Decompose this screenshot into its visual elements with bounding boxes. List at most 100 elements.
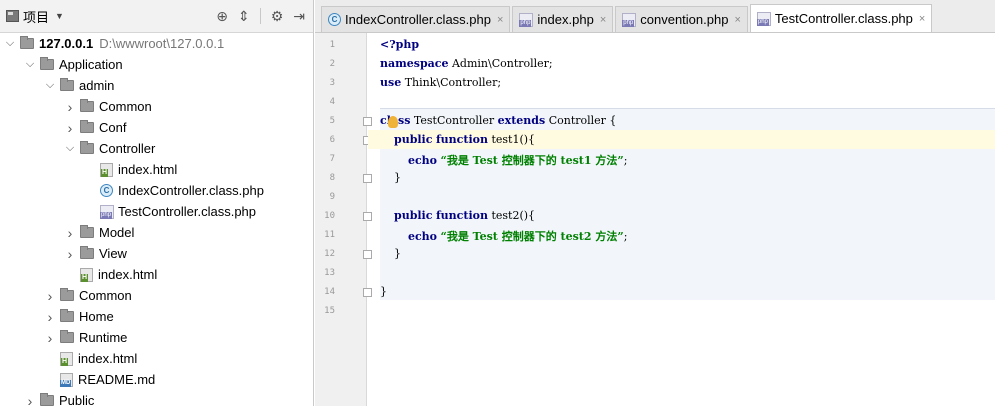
tree-item-controller[interactable]: ⌵ Controller xyxy=(0,138,313,159)
code-area[interactable]: <?php namespace Admin\Controller; use Thin… xyxy=(368,33,995,406)
folder-icon xyxy=(60,330,74,343)
folder-icon xyxy=(80,225,94,238)
code-line: public function test1(){ xyxy=(394,133,536,146)
tab-convention-php[interactable]: convention.php × xyxy=(615,6,748,32)
html-file-icon xyxy=(100,162,113,177)
line-number-gutter: 1 2 3 4 5 6 7 8 9 10 11 12 13 14 15 xyxy=(315,33,372,406)
tree-item-indexcontroller-class-php[interactable]: C IndexController.class.php xyxy=(0,180,313,201)
close-icon[interactable]: × xyxy=(497,14,503,26)
line-number: 3 xyxy=(329,78,335,88)
tree-item-label: View xyxy=(99,246,127,261)
code-line: class TestController extends Controller … xyxy=(380,114,617,127)
code-line: echo “我是 Test 控制器下的 test2 方法”; xyxy=(407,230,628,243)
root-path: D:\wwwroot\127.0.0.1 xyxy=(99,36,225,51)
chevron-right-icon[interactable]: › xyxy=(64,225,76,241)
code-line: } xyxy=(380,247,401,260)
tab-label: index.php xyxy=(537,12,594,27)
code-line: <?php xyxy=(380,38,420,51)
tree-item-home[interactable]: › Home xyxy=(0,306,313,327)
chevron-down-icon[interactable]: ⌵ xyxy=(24,58,36,71)
line-number: 10 xyxy=(324,211,335,221)
line-number: 15 xyxy=(324,306,335,316)
folder-icon xyxy=(80,141,94,154)
crosshair-icon[interactable]: ⊕ xyxy=(216,8,228,25)
tree-item-application[interactable]: ⌵ Application xyxy=(0,54,313,75)
folder-icon xyxy=(60,288,74,301)
tab-index-php[interactable]: index.php × xyxy=(512,6,614,32)
chevron-down-icon[interactable]: ▼ xyxy=(55,11,64,21)
tree-item-common[interactable]: › Common xyxy=(0,96,313,117)
code-line: namespace Admin\Controller; xyxy=(380,57,553,70)
line-number: 11 xyxy=(324,230,335,240)
tree-item-admin[interactable]: ⌵ admin xyxy=(0,75,313,96)
collapse-all-icon[interactable]: ⇕ xyxy=(238,8,250,25)
tab-indexcontroller-class-php[interactable]: C IndexController.class.php × xyxy=(321,6,511,32)
chevron-right-icon[interactable]: › xyxy=(44,309,56,325)
chevron-right-icon[interactable]: › xyxy=(64,120,76,136)
tree-item-testcontroller-class-php[interactable]: TestController.class.php xyxy=(0,201,313,222)
chevron-down-icon[interactable]: ⌵ xyxy=(44,79,56,92)
tree-item-index-html[interactable]: index.html xyxy=(0,264,313,285)
tree-item-label: Runtime xyxy=(79,330,128,345)
tree-item-conf[interactable]: › Conf xyxy=(0,117,313,138)
line-number: 2 xyxy=(329,59,335,69)
tree-item-127-0-0-1[interactable]: ⌵ 127.0.0.1 D:\wwwroot\127.0.0.1 xyxy=(0,33,313,54)
tree-item-label: index.html xyxy=(118,162,178,177)
tree-item-common[interactable]: › Common xyxy=(0,285,313,306)
close-icon[interactable]: × xyxy=(600,14,606,26)
tree-item-label: index.html xyxy=(78,351,138,366)
close-icon[interactable]: × xyxy=(919,13,925,25)
gear-icon[interactable]: ⚙ xyxy=(271,8,284,25)
tree-item-label: Controller xyxy=(99,141,156,156)
tab-label: IndexController.class.php xyxy=(345,12,491,27)
tree-item-view[interactable]: › View xyxy=(0,243,313,264)
tree-item-label: admin xyxy=(79,78,115,93)
tab-testcontroller-class-php[interactable]: TestController.class.php × xyxy=(749,4,933,32)
tree-item-readme-md[interactable]: README.md xyxy=(0,369,313,390)
project-panel-title[interactable]: 项目 xyxy=(23,7,49,26)
tree-item-label: README.md xyxy=(78,372,156,387)
hide-panel-icon[interactable]: ⇥ xyxy=(293,8,305,25)
line-number: 9 xyxy=(329,192,335,202)
folder-icon xyxy=(60,78,74,91)
tree-item-label: index.html xyxy=(98,267,158,282)
folder-icon xyxy=(40,57,54,70)
code-line: public function test2(){ xyxy=(394,209,536,222)
project-panel-header: 项目 ▼ ⊕ ⇕ ⚙ ⇥ xyxy=(0,0,313,33)
tree-item-index-html[interactable]: index.html xyxy=(0,348,313,369)
chevron-right-icon[interactable]: › xyxy=(64,246,76,262)
folder-icon xyxy=(80,246,94,259)
lightbulb-icon[interactable] xyxy=(388,116,398,128)
line-number: 8 xyxy=(329,173,335,183)
folder-icon xyxy=(80,120,94,133)
folder-icon xyxy=(80,99,94,112)
tree-item-runtime[interactable]: › Runtime xyxy=(0,327,313,348)
line-number: 1 xyxy=(329,40,335,50)
chevron-right-icon[interactable]: › xyxy=(44,330,56,346)
class-icon: C xyxy=(328,13,341,26)
tab-label: TestController.class.php xyxy=(774,11,913,26)
tree-item-label: Home xyxy=(79,309,114,324)
tree-item-label: Public xyxy=(59,393,95,406)
php-file-icon xyxy=(519,12,534,27)
close-icon[interactable]: × xyxy=(734,14,740,26)
code-line: use Think\Controller; xyxy=(380,76,502,89)
class-icon: C xyxy=(100,184,113,197)
code-editor: CIndexController.class.php×index.php×con… xyxy=(315,0,995,406)
tree-item-index-html[interactable]: index.html xyxy=(0,159,313,180)
chevron-down-icon[interactable]: ⌵ xyxy=(64,142,76,155)
tree-item-label: 127.0.0.1 xyxy=(39,36,94,51)
tree-item-label: TestController.class.php xyxy=(118,204,257,219)
editor-tabs: CIndexController.class.php×index.php×con… xyxy=(315,0,995,33)
chevron-right-icon[interactable]: › xyxy=(44,288,56,304)
line-number: 13 xyxy=(324,268,335,278)
chevron-right-icon[interactable]: › xyxy=(64,99,76,115)
html-file-icon xyxy=(80,267,93,282)
tree-item-label: Model xyxy=(99,225,135,240)
chevron-down-icon[interactable]: ⌵ xyxy=(4,37,16,50)
code-line: } xyxy=(380,171,401,184)
tree-item-model[interactable]: › Model xyxy=(0,222,313,243)
chevron-right-icon[interactable]: › xyxy=(24,393,36,406)
html-file-icon xyxy=(60,351,73,366)
tree-item-public[interactable]: › Public xyxy=(0,390,313,406)
